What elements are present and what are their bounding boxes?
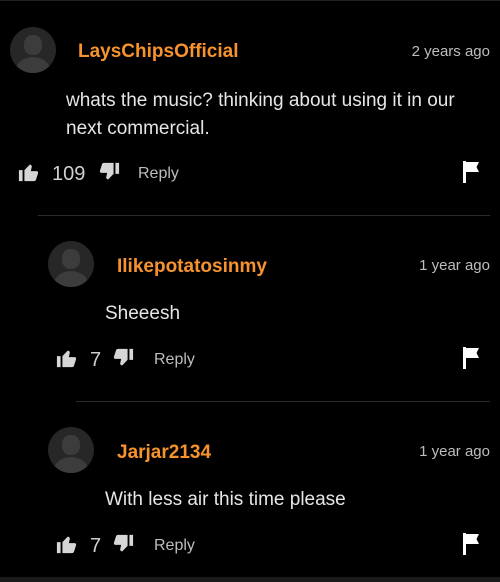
thumbs-up-icon[interactable] <box>18 161 40 183</box>
comment-divider <box>76 401 490 402</box>
comment-text: With less air this time please <box>105 489 346 510</box>
thumbs-up-icon[interactable] <box>56 533 78 555</box>
bottom-divider <box>0 577 500 582</box>
user-avatar[interactable] <box>10 27 56 73</box>
comment-actions: 109 Reply <box>0 161 500 187</box>
flag-icon[interactable] <box>462 347 480 369</box>
thumbs-down-icon[interactable] <box>112 347 134 369</box>
thumbs-down-icon[interactable] <box>112 533 134 555</box>
user-avatar[interactable] <box>48 427 94 473</box>
comment-actions: 7 Reply <box>0 533 500 559</box>
user-avatar[interactable] <box>48 241 94 287</box>
comment-timestamp: 2 years ago <box>411 43 490 60</box>
flag-icon[interactable] <box>462 161 480 183</box>
comment-timestamp: 1 year ago <box>419 443 490 460</box>
comment-timestamp: 1 year ago <box>419 257 490 274</box>
like-count: 7 <box>90 535 102 557</box>
comment-username[interactable]: Jarjar2134 <box>117 442 211 464</box>
comment-username[interactable]: Ilikepotatosinmy <box>117 256 267 278</box>
flag-icon[interactable] <box>462 533 480 555</box>
comment-divider <box>38 215 490 216</box>
thumbs-up-icon[interactable] <box>56 347 78 369</box>
reply-button[interactable]: Reply <box>154 533 195 559</box>
comment-text: Sheeesh <box>105 303 181 324</box>
comment-username[interactable]: LaysChipsOfficial <box>78 41 239 63</box>
thumbs-down-icon[interactable] <box>98 161 120 183</box>
reply-button[interactable]: Reply <box>154 347 195 373</box>
comment-text: whats the music? thinking about using it… <box>66 90 455 139</box>
reply-button[interactable]: Reply <box>138 161 179 187</box>
comments-panel: LaysChipsOfficial 2 years ago whats the … <box>0 0 500 582</box>
like-count: 109 <box>52 163 86 185</box>
like-count: 7 <box>90 349 102 371</box>
comment-actions: 7 Reply <box>0 347 500 373</box>
